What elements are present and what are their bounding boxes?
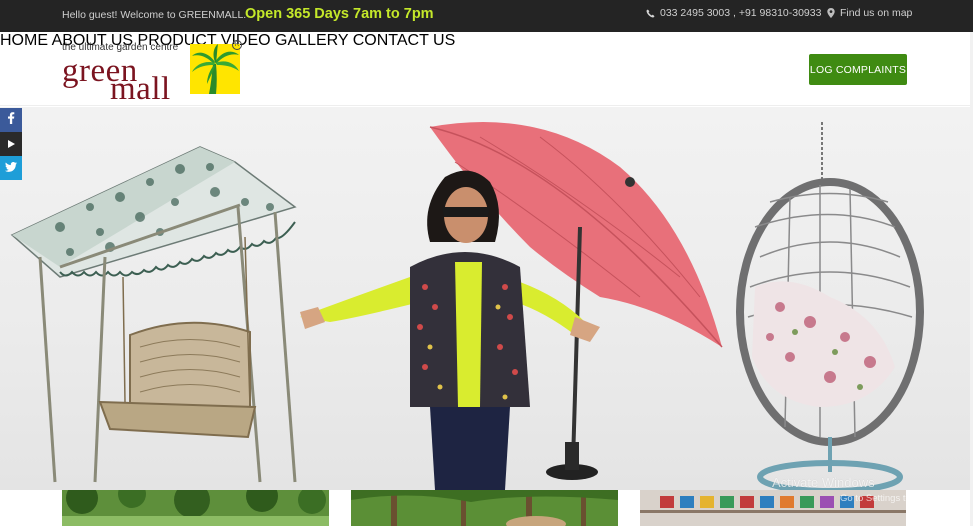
garden-swing-image [10, 146, 297, 483]
facebook-icon [7, 111, 15, 129]
welcome-text: Hello guest! Welcome to GREENMALL. [62, 9, 247, 21]
phone-info: 033 2495 3003 , +91 98310-30933 [646, 7, 821, 19]
map-marker-icon [827, 8, 835, 18]
nav-contact-us[interactable]: CONTACT US [353, 32, 456, 49]
hanging-chair-image [736, 122, 924, 490]
top-bar: Hello guest! Welcome to GREENMALL. Open … [0, 0, 973, 32]
nav-gallery[interactable]: GALLERY [275, 32, 348, 49]
hero-illustration [10, 122, 924, 490]
youtube-button[interactable] [0, 132, 22, 156]
registered-mark: R [232, 40, 242, 50]
palm-garden-image [351, 490, 618, 526]
site-header: the ultimate garden centre green mall R … [0, 32, 973, 106]
find-us-on-map-label: Find us on map [840, 7, 913, 19]
garden-trees-image [62, 490, 329, 526]
greenmall-logo[interactable]: the ultimate garden centre green mall R [62, 40, 247, 106]
nav-home[interactable]: HOME [0, 32, 48, 49]
twitter-icon [5, 159, 17, 177]
phone-icon [646, 8, 655, 18]
log-complaints-button[interactable]: LOG COMPLAINTS [809, 54, 907, 85]
logo-tagline: the ultimate garden centre [62, 42, 179, 53]
find-us-on-map-link[interactable]: Find us on map [827, 7, 912, 19]
phone-numbers: 033 2495 3003 , +91 98310-30933 [660, 7, 822, 19]
palm-tree-icon [190, 44, 240, 94]
social-sidebar [0, 108, 22, 180]
hero-banner [0, 107, 973, 490]
logo-word-mall: mall [110, 71, 171, 107]
gallery-thumbnail-2[interactable] [351, 490, 618, 526]
opening-hours: Open 365 Days 7am to 7pm [245, 6, 434, 22]
twitter-button[interactable] [0, 156, 22, 180]
activate-windows-watermark: Activate Windows [772, 475, 875, 490]
activate-windows-hint: Go to Settings to activate Windows. [840, 493, 973, 504]
facebook-button[interactable] [0, 108, 22, 132]
gallery-thumbnail-1[interactable] [62, 490, 329, 526]
youtube-icon [7, 135, 15, 153]
